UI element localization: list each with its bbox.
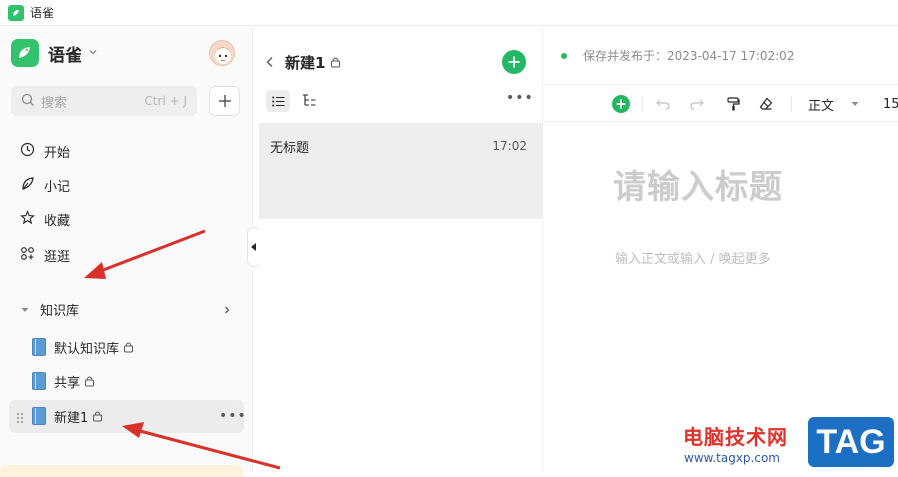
clear-format-icon[interactable] [759, 94, 773, 114]
nav-label-explore: 逛逛 [44, 249, 71, 265]
lock-icon [330, 53, 341, 72]
watermark-logo: TAG [808, 417, 894, 467]
sidebar-item-default-kb[interactable]: 默认知识库 [32, 335, 134, 359]
sidebar: 语雀 搜索 Ctrl + J 开始 小记 收藏 逛逛 知识库 默认知识库 共享 … [0, 27, 253, 477]
doc-time: 17:02 [492, 139, 527, 153]
search-shortcut: Ctrl + J [144, 94, 187, 108]
workspace-switcher[interactable]: 语雀 [11, 39, 98, 67]
save-status: 保存并发布于：2023-04-17 17:02:02 [561, 47, 794, 64]
new-doc-button[interactable] [502, 50, 526, 74]
book-icon [32, 372, 46, 390]
feather-icon [20, 176, 35, 195]
paragraph-style-select[interactable]: 正文 [808, 94, 834, 114]
undo-icon[interactable] [656, 94, 670, 114]
body-input[interactable]: 输入正文或输入 / 唤起更多 [615, 248, 771, 267]
star-icon [19, 209, 36, 229]
doc-list-header: 新建1 [259, 47, 543, 77]
kb-label: 共享 [54, 375, 81, 391]
font-size-select[interactable]: 15 [883, 94, 898, 114]
list-view-toggle[interactable] [266, 90, 290, 112]
nav-label-notes: 小记 [44, 179, 71, 195]
drag-handle-icon[interactable] [16, 409, 24, 428]
lock-icon [92, 407, 103, 426]
toolbar-divider [642, 96, 643, 112]
sidebar-item-new-kb[interactable]: 新建1 [32, 404, 103, 428]
editor-toolbar: 正文 15 [543, 84, 898, 122]
editor-pane: 保存并发布于：2023-04-17 17:02:02 正文 15 请输入标题 输… [543, 27, 898, 472]
save-status-text: 保存并发布于：2023-04-17 17:02:02 [583, 49, 795, 63]
search-placeholder: 搜索 [41, 95, 68, 111]
grid-icon [20, 246, 35, 265]
nav-item-favorites[interactable]: 收藏 [19, 207, 71, 231]
lock-icon [84, 372, 95, 391]
status-dot [561, 52, 567, 59]
window-title: 语雀 [30, 6, 55, 20]
nav-label-favorites: 收藏 [44, 213, 71, 229]
kb-label: 新建1 [54, 410, 89, 426]
redo-icon[interactable] [690, 94, 704, 114]
watermark-text: 电脑技术网 [683, 425, 788, 449]
chevron-right-icon[interactable] [222, 300, 232, 319]
toolbar-divider [791, 96, 792, 112]
add-button[interactable] [209, 86, 240, 116]
nav-item-explore[interactable]: 逛逛 [20, 243, 70, 267]
search-icon [21, 92, 35, 111]
nav-label-start: 开始 [44, 145, 71, 161]
lock-icon [123, 338, 134, 357]
caret-down-icon [20, 300, 30, 319]
kb-label: 默认知识库 [54, 341, 120, 357]
clock-icon [20, 142, 35, 161]
book-icon [32, 407, 46, 425]
app-logo-icon [8, 4, 24, 21]
yuque-logo-icon [11, 39, 39, 67]
nav-item-start[interactable]: 开始 [20, 139, 70, 163]
watermark-url: www.tagxp.com [684, 451, 780, 465]
knowledge-base-section[interactable]: 知识库 [20, 299, 232, 319]
insert-button[interactable] [612, 95, 630, 113]
nav-item-notes[interactable]: 小记 [20, 173, 70, 197]
more-options-icon[interactable]: ••• [506, 90, 534, 106]
search-input[interactable]: 搜索 Ctrl + J [11, 86, 197, 116]
knowledge-base-title: 新建1 [285, 53, 326, 72]
chevron-down-icon [88, 47, 98, 60]
tree-view-toggle[interactable] [302, 91, 316, 110]
workspace-name: 语雀 [48, 45, 82, 66]
book-icon [32, 338, 46, 356]
avatar[interactable] [209, 40, 235, 66]
doc-name: 无标题 [270, 141, 310, 156]
format-painter-icon[interactable] [727, 94, 740, 114]
title-bar: 语雀 [0, 0, 898, 26]
caret-down-icon[interactable] [851, 94, 859, 114]
chevron-left-icon[interactable] [265, 53, 275, 72]
list-item[interactable]: 无标题 17:02 [259, 123, 543, 219]
section-label: 知识库 [40, 303, 80, 319]
title-input[interactable]: 请输入标题 [613, 160, 783, 208]
more-options-icon[interactable]: ••• [219, 408, 247, 424]
sidebar-item-shared-kb[interactable]: 共享 [32, 369, 95, 393]
notice-banner[interactable] [0, 465, 243, 477]
doc-list-pane: 新建1 ••• 无标题 17:02 [259, 27, 543, 472]
